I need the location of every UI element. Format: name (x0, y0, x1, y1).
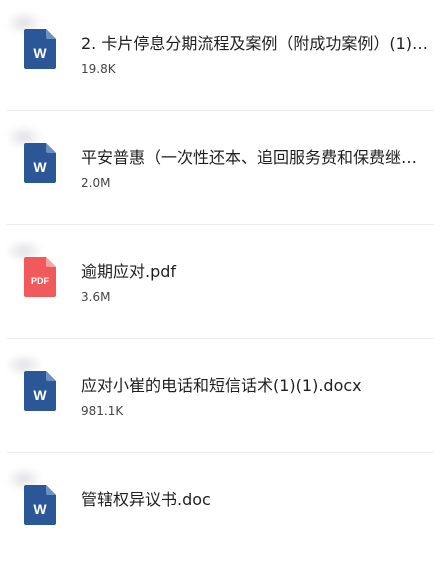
pdf-icon: PDF (24, 257, 56, 297)
file-row-5[interactable]: W 管辖权异议书.doc (0, 456, 434, 570)
file-name: 管辖权异议书.doc (81, 490, 211, 509)
file-row-4[interactable]: W 应对小崔的电话和短信话术(1)(1).docx 981.1K (0, 342, 434, 456)
file-row-3[interactable]: PDF 逾期应对.pdf 3.6M (0, 228, 434, 342)
word-doc-icon: W (24, 485, 56, 525)
file-name: 平安普惠（一次性还本、追回服务费和保费继续还款）.docx (81, 148, 430, 167)
word-letter: W (33, 45, 47, 61)
file-row-2[interactable]: W 平安普惠（一次性还本、追回服务费和保费继续还款）.docx 2.0M (0, 114, 434, 228)
word-letter: W (33, 501, 47, 517)
file-row-1[interactable]: W 2. 卡片停息分期流程及案例（附成功案例）(1).docx 19.8K (0, 0, 434, 114)
file-name: 2. 卡片停息分期流程及案例（附成功案例）(1).docx (81, 34, 430, 53)
file-size: 2.0M (81, 176, 111, 190)
pdf-letter: PDF (31, 276, 50, 286)
file-list: W 2. 卡片停息分期流程及案例（附成功案例）(1).docx 19.8K W … (0, 0, 434, 525)
word-doc-icon: W (24, 143, 56, 183)
file-size: 19.8K (81, 62, 116, 76)
divider (7, 224, 434, 225)
divider (7, 338, 434, 339)
divider (7, 110, 434, 111)
file-size: 981.1K (81, 404, 124, 418)
file-name: 逾期应对.pdf (81, 262, 177, 281)
word-doc-icon: W (24, 29, 56, 69)
word-letter: W (33, 159, 47, 175)
divider (7, 452, 434, 453)
file-name: 应对小崔的电话和短信话术(1)(1).docx (81, 376, 362, 395)
word-letter: W (33, 387, 47, 403)
file-size: 3.6M (81, 290, 111, 304)
word-doc-icon: W (24, 371, 56, 411)
